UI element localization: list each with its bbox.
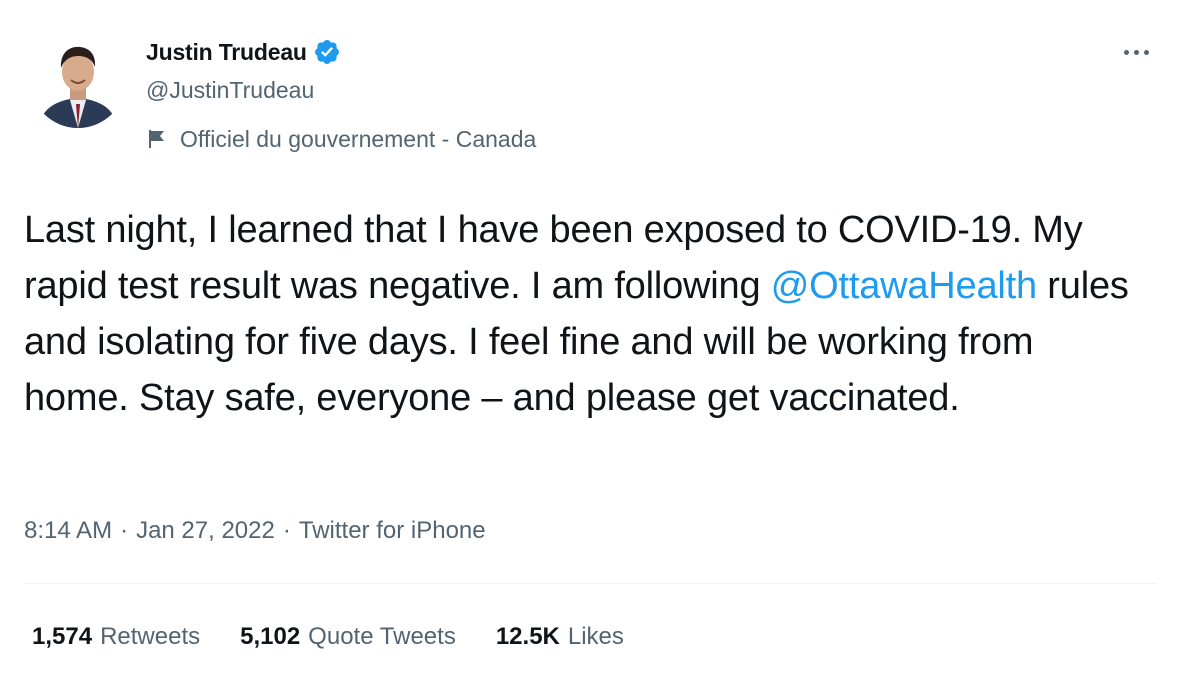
- tweet-date[interactable]: Jan 27, 2022: [136, 517, 275, 545]
- government-label: Officiel du gouvernement - Canada: [146, 124, 536, 154]
- government-label-text: Officiel du gouvernement - Canada: [180, 125, 537, 152]
- avatar[interactable]: [30, 32, 126, 128]
- retweets-count: 1,574: [32, 623, 93, 650]
- quote-tweets-count: 5,102: [240, 623, 301, 650]
- divider: [24, 583, 1156, 584]
- avatar-image: [30, 32, 126, 128]
- flag-icon: [146, 128, 168, 150]
- likes-stat[interactable]: 12.5K Likes: [496, 623, 624, 651]
- likes-count: 12.5K: [495, 623, 560, 650]
- author-name-row: Justin Trudeau: [146, 36, 341, 68]
- tweet-text: Last night, I learned that I have been e…: [24, 202, 1144, 426]
- quote-tweets-label: Quote Tweets: [308, 623, 456, 650]
- more-options-button[interactable]: [1116, 38, 1156, 66]
- tweet-time[interactable]: 8:14 AM: [24, 517, 112, 545]
- quote-tweets-stat[interactable]: 5,102 Quote Tweets: [240, 623, 456, 651]
- meta-separator: ·: [120, 517, 129, 544]
- retweets-stat[interactable]: 1,574 Retweets: [32, 623, 200, 651]
- mention-link[interactable]: @OttawaHealth: [771, 265, 1037, 307]
- tweet-stats: 1,574 Retweets 5,102 Quote Tweets 12.5K …: [32, 618, 664, 656]
- tweet-source[interactable]: Twitter for iPhone: [299, 517, 486, 545]
- tweet-meta: 8:14 AM · Jan 27, 2022 · Twitter for iPh…: [24, 512, 486, 550]
- author-display-name[interactable]: Justin Trudeau: [146, 39, 307, 66]
- author-handle[interactable]: @JustinTrudeau: [146, 77, 314, 104]
- meta-separator: ·: [282, 517, 291, 544]
- likes-label: Likes: [567, 623, 624, 650]
- retweets-label: Retweets: [100, 623, 201, 650]
- more-horizontal-icon: [1123, 49, 1129, 55]
- tweet-card: Justin Trudeau @JustinTrudeau Officiel d…: [0, 0, 1186, 690]
- verified-badge-icon: [313, 38, 341, 66]
